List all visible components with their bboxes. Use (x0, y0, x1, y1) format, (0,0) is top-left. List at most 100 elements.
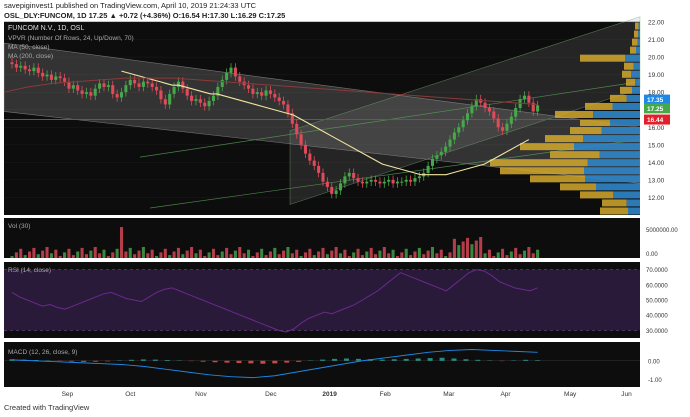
vpvr-row-up (626, 94, 640, 102)
candle (150, 83, 154, 87)
volume-bar (417, 247, 421, 258)
macd-histogram-bar (260, 360, 266, 364)
volume-bar (527, 247, 531, 258)
vpvr-row-down (580, 54, 625, 62)
vpvr-row-down (620, 86, 632, 94)
volume-bar (360, 255, 364, 258)
candle (338, 183, 343, 191)
candle (146, 81, 150, 84)
vpvr-row-down (530, 175, 585, 183)
volume-bar (14, 252, 18, 258)
candle (483, 102, 487, 108)
vpvr-row-down (600, 207, 628, 215)
volume-bar (430, 247, 435, 258)
volume-bar (190, 247, 194, 258)
volume-bar (404, 248, 408, 258)
volume-bar (295, 249, 299, 258)
vpvr-row-up (601, 127, 640, 135)
chart-canvas[interactable]: 12.0013.0014.0015.0016.0017.0018.0019.00… (0, 0, 690, 417)
vpvr-row-up (635, 78, 640, 86)
candle (404, 179, 408, 182)
volume-bar (334, 247, 338, 258)
volume-bar (514, 247, 518, 258)
volume-bar (119, 227, 124, 258)
macd-histogram-bar (391, 359, 397, 361)
volume-bar (282, 250, 286, 258)
volume-bar (356, 248, 360, 258)
candle (369, 179, 373, 182)
candle (159, 90, 163, 100)
vpvr-row-down (632, 38, 638, 46)
candle (141, 81, 145, 87)
candle (45, 74, 49, 77)
time-tick-label: 2019 (322, 391, 337, 398)
candle (220, 79, 224, 87)
rsi-tick-label: 40.0000 (646, 314, 668, 320)
candle (211, 95, 216, 101)
candle (207, 100, 211, 107)
macd-title: MACD (12, 26, close, 9) (8, 349, 77, 356)
volume-bar (531, 253, 535, 258)
candle (303, 144, 308, 154)
volume-bar (255, 252, 259, 258)
candle (41, 72, 45, 77)
candle (198, 99, 202, 103)
volume-bar (141, 247, 145, 258)
volume-bar (299, 256, 303, 258)
volume-bar (352, 252, 356, 258)
vpvr-row-down (610, 94, 627, 102)
volume-bar (19, 248, 23, 258)
vpvr-row-down (490, 159, 588, 167)
volume-bar (71, 255, 75, 258)
candle (260, 92, 264, 96)
vpvr-row-up (633, 62, 640, 70)
volume-bar (338, 253, 343, 258)
volume-bar (277, 254, 281, 258)
candle (409, 179, 413, 182)
vpvr-row-up (636, 46, 640, 54)
vpvr-row-up (626, 199, 640, 207)
vpvr-row-down (520, 143, 574, 151)
volume-bar (251, 256, 255, 258)
candle (527, 95, 531, 103)
candle (89, 92, 93, 96)
vpvr-row-up (612, 102, 640, 110)
volume-bar (111, 252, 115, 258)
volume-bar (325, 254, 329, 258)
candle (356, 178, 360, 182)
price-tick-label: 13.00 (648, 177, 665, 184)
macd-histogram-bar (475, 359, 481, 361)
volume-bar (36, 254, 40, 258)
macd-histogram-bar (272, 360, 278, 364)
candle (452, 132, 456, 140)
candle (343, 176, 347, 184)
vpvr-row-up (610, 119, 640, 127)
macd-histogram-bar (427, 358, 433, 361)
candle (282, 100, 286, 105)
macd-histogram-bar (463, 359, 469, 361)
volume-bar (374, 254, 378, 258)
rsi-tick-label: 50.0000 (646, 299, 668, 305)
candle (277, 97, 281, 101)
price-label: 17.35 (647, 97, 664, 104)
volume-bar (343, 249, 347, 258)
candle (496, 118, 500, 128)
volume-bar (387, 253, 391, 258)
volume-bar (391, 249, 395, 258)
macd-histogram-bar (320, 359, 326, 361)
vpvr-row-down (550, 151, 600, 159)
candle (27, 69, 32, 72)
candle (374, 179, 378, 182)
vpvr-row-down (570, 127, 602, 135)
volume-bar (98, 253, 102, 258)
volume-bar (225, 247, 229, 258)
candle (321, 172, 325, 182)
volume-bar (400, 252, 404, 258)
volume-bar (163, 248, 167, 258)
volume-bar (137, 250, 141, 258)
volume-bar (496, 252, 500, 258)
volume-bar (211, 248, 216, 258)
candle (137, 83, 141, 87)
macd-histogram-bar (439, 357, 445, 361)
candle (378, 181, 382, 184)
